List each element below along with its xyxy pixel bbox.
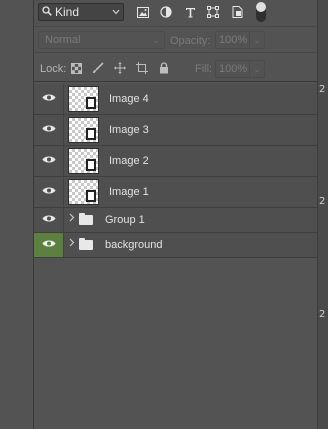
blend-mode-select[interactable]: Normal ⌄ xyxy=(38,31,165,49)
layer-name: Image 4 xyxy=(109,93,149,105)
visibility-toggle[interactable] xyxy=(34,115,64,145)
edge-digit: 2 xyxy=(319,196,326,207)
fill-field[interactable]: 100% xyxy=(215,60,250,78)
layer-row-image-1[interactable]: Image 1 xyxy=(34,177,317,208)
visibility-toggle[interactable] xyxy=(34,177,64,207)
eye-icon xyxy=(42,186,56,198)
layer-thumbnail xyxy=(68,86,99,112)
smart-object-badge-icon xyxy=(86,128,96,140)
filter-toggle[interactable] xyxy=(256,2,266,22)
eye-icon xyxy=(42,214,56,226)
expand-chevron-icon[interactable] xyxy=(69,238,75,250)
layer-name: Image 3 xyxy=(109,124,149,136)
layers-list: Image 4 Image 3 Image 2 Image 1 Group 1 … xyxy=(34,84,317,258)
lock-options-bar: Lock: Fill: 100% ⌄ xyxy=(34,52,317,82)
layer-row-image-3[interactable]: Image 3 xyxy=(34,115,317,146)
layer-row-image-2[interactable]: Image 2 xyxy=(34,146,317,177)
lock-transparent-pixels-icon[interactable] xyxy=(69,61,83,75)
left-dock-strip xyxy=(0,0,33,429)
layer-name: background xyxy=(105,239,163,251)
folder-icon xyxy=(79,213,93,225)
layer-row-group-1[interactable]: Group 1 xyxy=(34,208,317,233)
layer-thumbnail xyxy=(68,179,99,205)
smart-object-badge-icon xyxy=(86,97,96,109)
visibility-toggle[interactable] xyxy=(34,208,64,232)
visibility-toggle[interactable] xyxy=(34,233,64,257)
smart-object-badge-icon xyxy=(86,159,96,171)
folder-icon xyxy=(79,238,93,250)
edge-digit: 2 xyxy=(319,84,326,95)
layer-row-image-4[interactable]: Image 4 xyxy=(34,84,317,115)
layer-filter-bar: Kind xyxy=(34,0,317,26)
shape-filter-icon[interactable] xyxy=(206,5,220,19)
expand-chevron-icon[interactable] xyxy=(69,213,75,225)
smart-object-filter-icon[interactable] xyxy=(230,5,244,19)
type-filter-icon[interactable] xyxy=(183,5,197,19)
lock-artboard-icon[interactable] xyxy=(135,61,149,75)
layer-row-background[interactable]: background xyxy=(34,233,317,258)
eye-icon xyxy=(42,124,56,136)
layer-thumbnail xyxy=(68,148,99,174)
right-dock-strip: 2 2 2 xyxy=(317,0,328,429)
blend-options-bar: Normal ⌄ Opacity: 100% ⌄ xyxy=(34,26,317,52)
opacity-chevron-icon[interactable]: ⌄ xyxy=(249,31,265,49)
adjustment-filter-icon[interactable] xyxy=(159,5,173,19)
eye-icon xyxy=(42,239,56,251)
chevron-down-icon: ⌄ xyxy=(152,35,160,45)
edge-digit: 2 xyxy=(319,309,326,320)
eye-icon xyxy=(42,93,56,105)
chevron-down-icon xyxy=(109,7,123,18)
opacity-field[interactable]: 100% xyxy=(215,31,250,49)
lock-all-icon[interactable] xyxy=(157,61,171,75)
kind-filter-select[interactable]: Kind xyxy=(38,3,124,21)
lock-position-icon[interactable] xyxy=(113,61,127,75)
blend-mode-value: Normal xyxy=(45,34,81,46)
layer-thumbnail xyxy=(68,117,99,143)
visibility-toggle[interactable] xyxy=(34,84,64,114)
smart-object-badge-icon xyxy=(86,190,96,202)
image-filter-icon[interactable] xyxy=(136,5,150,19)
layer-name: Image 2 xyxy=(109,155,149,167)
layer-name: Group 1 xyxy=(105,214,145,226)
lock-label: Lock: xyxy=(40,63,67,75)
fill-label: Fill: xyxy=(195,63,213,75)
visibility-toggle[interactable] xyxy=(34,146,64,176)
fill-chevron-icon[interactable]: ⌄ xyxy=(249,60,265,78)
layers-panel: Kind Normal ⌄ Opacity: 100% ⌄ Lock: Fill… xyxy=(34,0,317,429)
layer-name: Image 1 xyxy=(109,186,149,198)
opacity-label: Opacity: xyxy=(170,35,211,47)
lock-image-pixels-icon[interactable] xyxy=(91,61,105,75)
search-icon xyxy=(39,5,55,19)
kind-filter-label: Kind xyxy=(55,5,80,19)
eye-icon xyxy=(42,155,56,167)
